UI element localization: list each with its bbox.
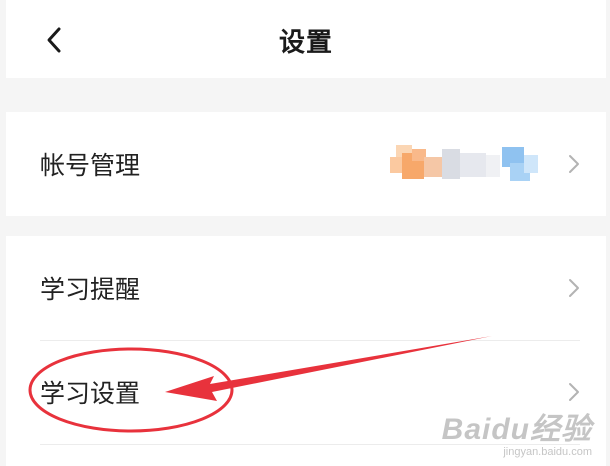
study-reminder-row[interactable]: 学习提醒: [6, 236, 606, 340]
chevron-right-icon: [569, 155, 579, 173]
account-management-row[interactable]: 帐号管理: [6, 112, 606, 216]
watermark: Baidu经验 jingyan.baidu.com: [442, 404, 592, 458]
settings-screen: 设置 帐号管理 学习提醒 学习设置: [6, 0, 606, 466]
study-settings-label: 学习设置: [40, 379, 141, 408]
chevron-right-icon: [569, 383, 579, 401]
top-bar: 设置: [6, 0, 606, 78]
chevron-right-icon: [569, 279, 579, 297]
account-management-label: 帐号管理: [40, 151, 141, 180]
blurred-avatar: [390, 145, 538, 181]
page-title: 设置: [278, 28, 333, 58]
watermark-logo: Baidu经验: [441, 413, 592, 446]
study-reminder-label: 学习提醒: [40, 275, 141, 304]
account-section: 帐号管理: [6, 112, 606, 216]
